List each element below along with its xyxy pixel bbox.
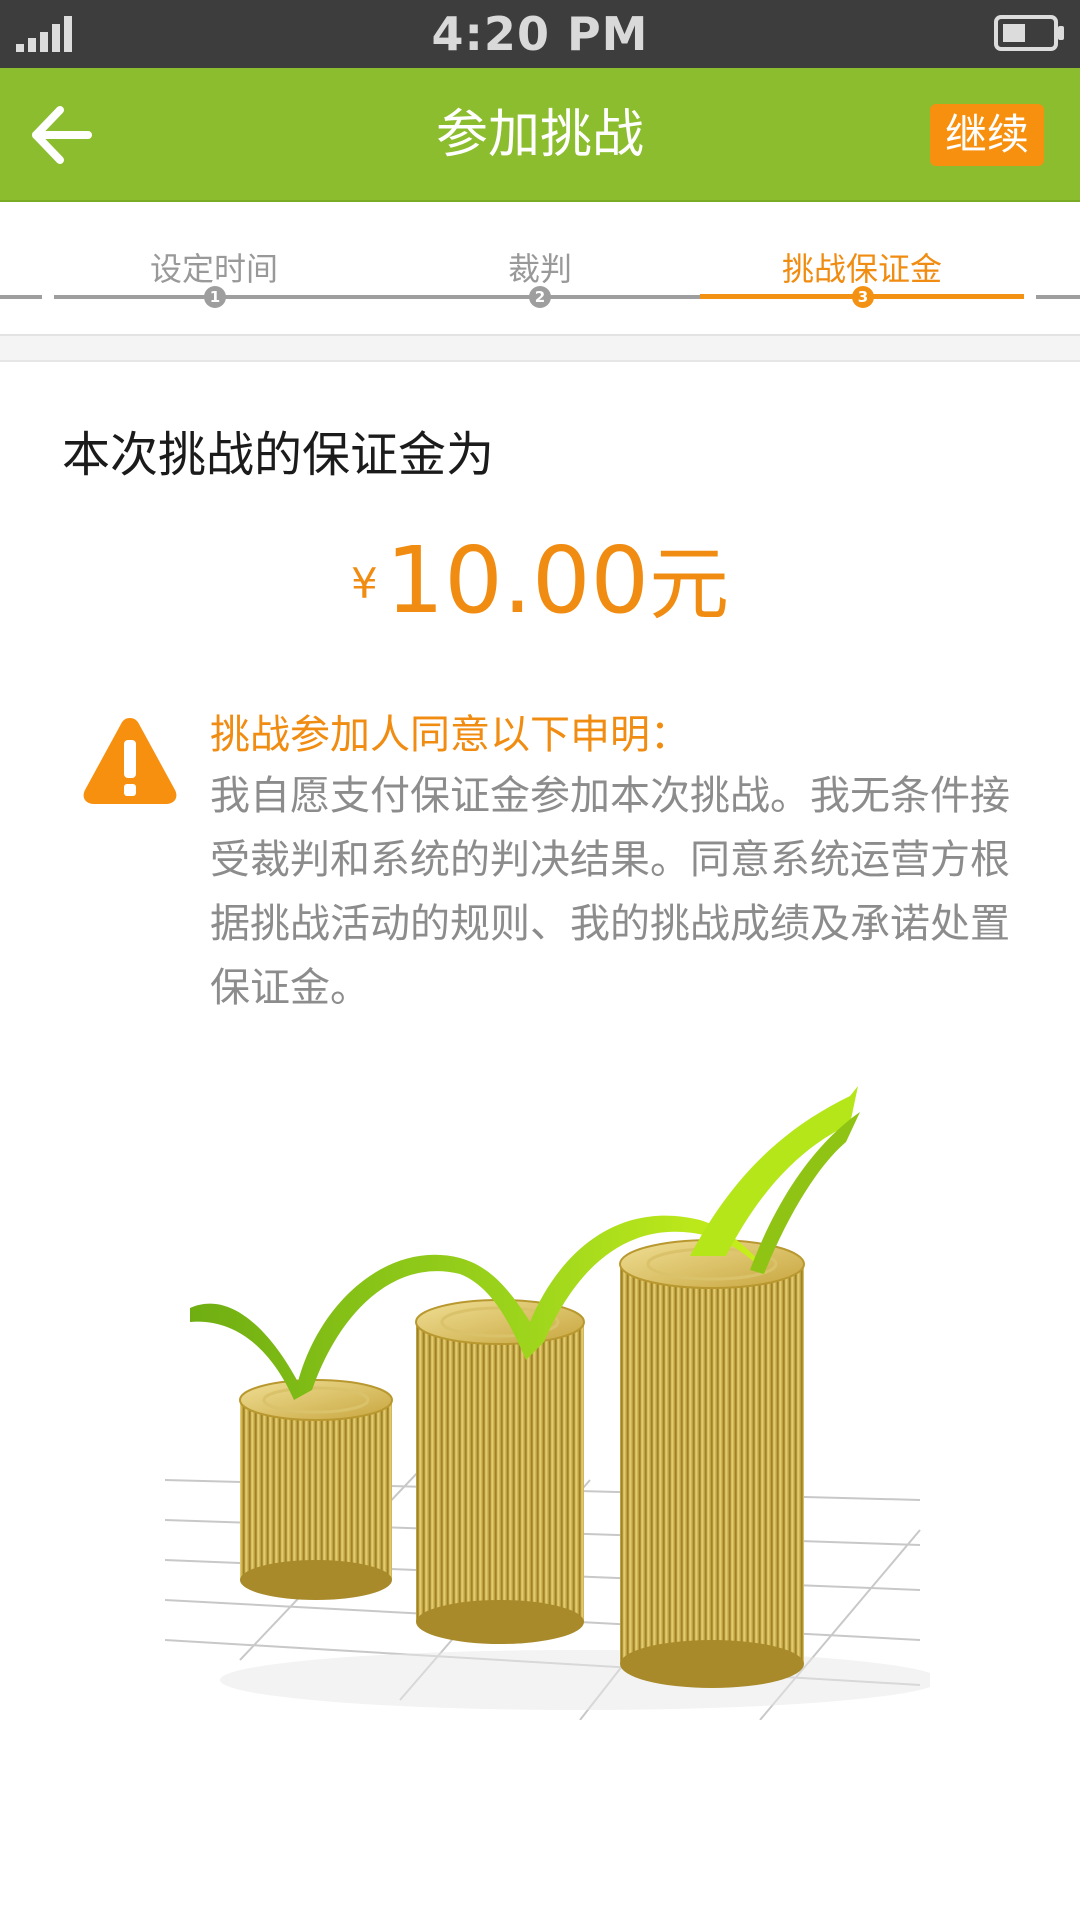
step-dot-1: 1 [204, 286, 226, 308]
amount-unit: 元 [649, 538, 730, 631]
step-label-deposit[interactable]: 挑战保证金 [712, 244, 1012, 290]
progress-stepper: 设定时间 1 裁判 2 挑战保证金 3 [0, 204, 1080, 336]
stepper-line-lead [0, 295, 42, 299]
step-dot-2: 2 [529, 286, 551, 308]
back-button[interactable] [26, 102, 96, 168]
section-divider [0, 336, 1080, 362]
coin-stacks-growth-illustration [164, 1086, 930, 1720]
amount-value: 10.00 [385, 527, 650, 634]
coin-stack-small [239, 1379, 393, 1600]
declaration-title: 挑战参加人同意以下申明： [210, 712, 690, 758]
deposit-title: 本次挑战的保证金为 [62, 427, 495, 483]
declaration-body: 我自愿支付保证金参加本次挑战。我无条件接受裁判和系统的判决结果。同意系统运营方根… [210, 773, 1010, 1011]
status-bar: 4:20 PM [0, 0, 1080, 68]
stepper-line-done [54, 295, 700, 299]
step-label-referee[interactable]: 裁判 [390, 244, 690, 290]
step-dot-3: 3 [852, 286, 874, 308]
deposit-amount: ¥10.00元 [0, 520, 1080, 636]
app-bar: 参加挑战 继续 [0, 68, 1080, 202]
continue-button[interactable]: 继续 [930, 104, 1044, 166]
battery-icon [994, 15, 1064, 51]
page-title: 参加挑战 [435, 105, 644, 165]
currency-symbol: ¥ [350, 559, 378, 608]
status-time: 4:20 PM [431, 7, 649, 61]
warning-icon [83, 718, 177, 804]
coin-stack-medium [415, 1299, 585, 1644]
step-label-time[interactable]: 设定时间 [64, 244, 364, 290]
stepper-line-tail [1036, 295, 1080, 299]
coin-stack-tall [619, 1239, 805, 1688]
arrow-left-icon [32, 106, 92, 164]
